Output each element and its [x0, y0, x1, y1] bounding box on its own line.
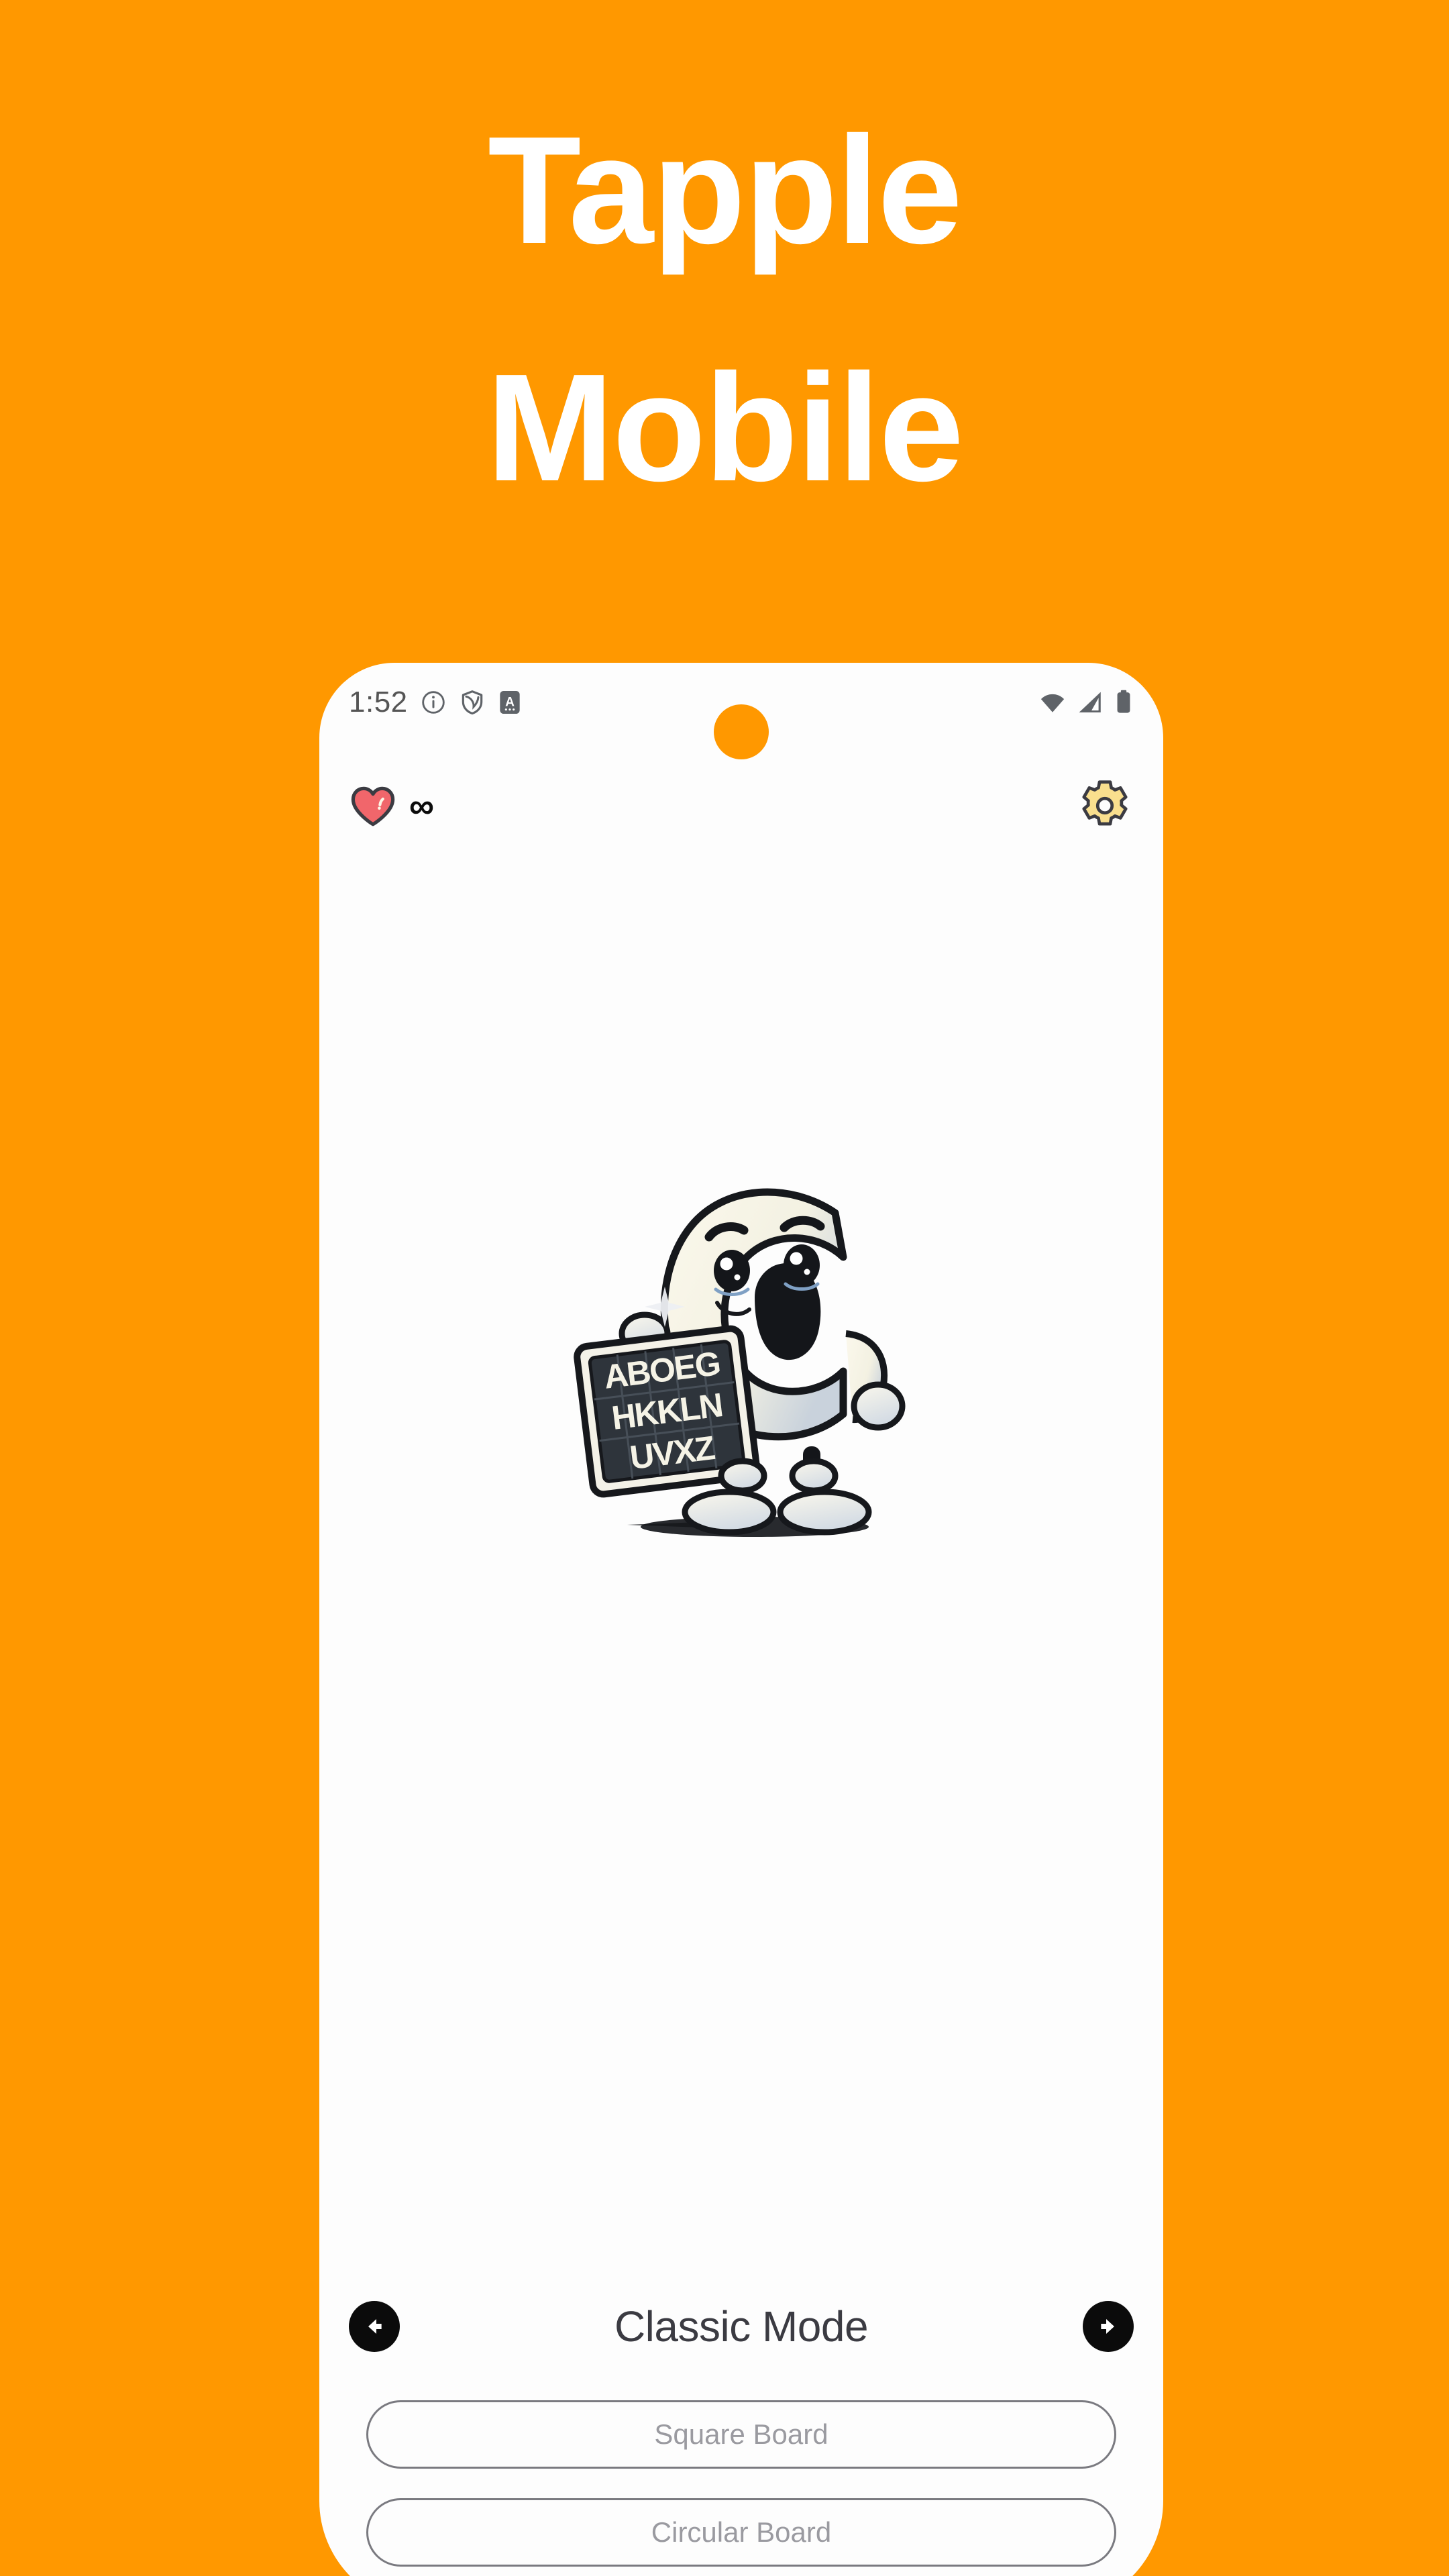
page-title: Tapple Mobile — [0, 114, 1449, 504]
cellular-signal-icon — [1076, 688, 1104, 716]
status-bar: 1:52 A — [319, 663, 1163, 759]
arrow-right-icon[interactable] — [1083, 2301, 1134, 2352]
status-bar-right — [1038, 688, 1134, 716]
app-top-bar: ∞ — [319, 757, 1163, 857]
battery-icon — [1114, 688, 1134, 716]
svg-text:A: A — [505, 695, 515, 709]
gear-icon[interactable] — [1076, 777, 1134, 838]
vpn-shield-icon — [459, 689, 486, 716]
mode-selector: Classic Mode — [349, 2273, 1134, 2380]
punch-hole-camera — [714, 704, 769, 759]
option-circular-board[interactable]: Circular Board — [366, 2498, 1116, 2567]
current-mode-label: Classic Mode — [614, 2302, 869, 2351]
headline-line-1: Tapple — [488, 105, 963, 276]
app-badge-a-icon: A — [498, 689, 522, 716]
option-square-board[interactable]: Square Board — [366, 2400, 1116, 2469]
status-bar-left: 1:52 A — [349, 686, 522, 719]
wifi-icon — [1038, 688, 1067, 716]
lives-indicator: ∞ — [349, 784, 434, 831]
arrow-left-icon[interactable] — [349, 2301, 400, 2352]
lives-count: ∞ — [409, 787, 434, 826]
promo-banner: Tapple Mobile 1:52 A ∞ ABOEG HKKLN UVXZ … — [0, 0, 1449, 2576]
heart-icon — [349, 784, 397, 831]
headline-line-2: Mobile — [486, 343, 964, 513]
phone-mockup: 1:52 A ∞ ABOEG HKKLN UVXZ Classic Mode S… — [319, 663, 1163, 2576]
info-icon — [420, 689, 447, 716]
tapple-c-mascot-icon: ABOEG HKKLN UVXZ — [574, 1188, 906, 1537]
game-options-list: Square Board Circular Board Free Talk to… — [366, 2400, 1116, 2576]
mascot-illustration: ABOEG HKKLN UVXZ — [319, 1126, 1163, 1548]
status-time: 1:52 — [349, 686, 408, 718]
